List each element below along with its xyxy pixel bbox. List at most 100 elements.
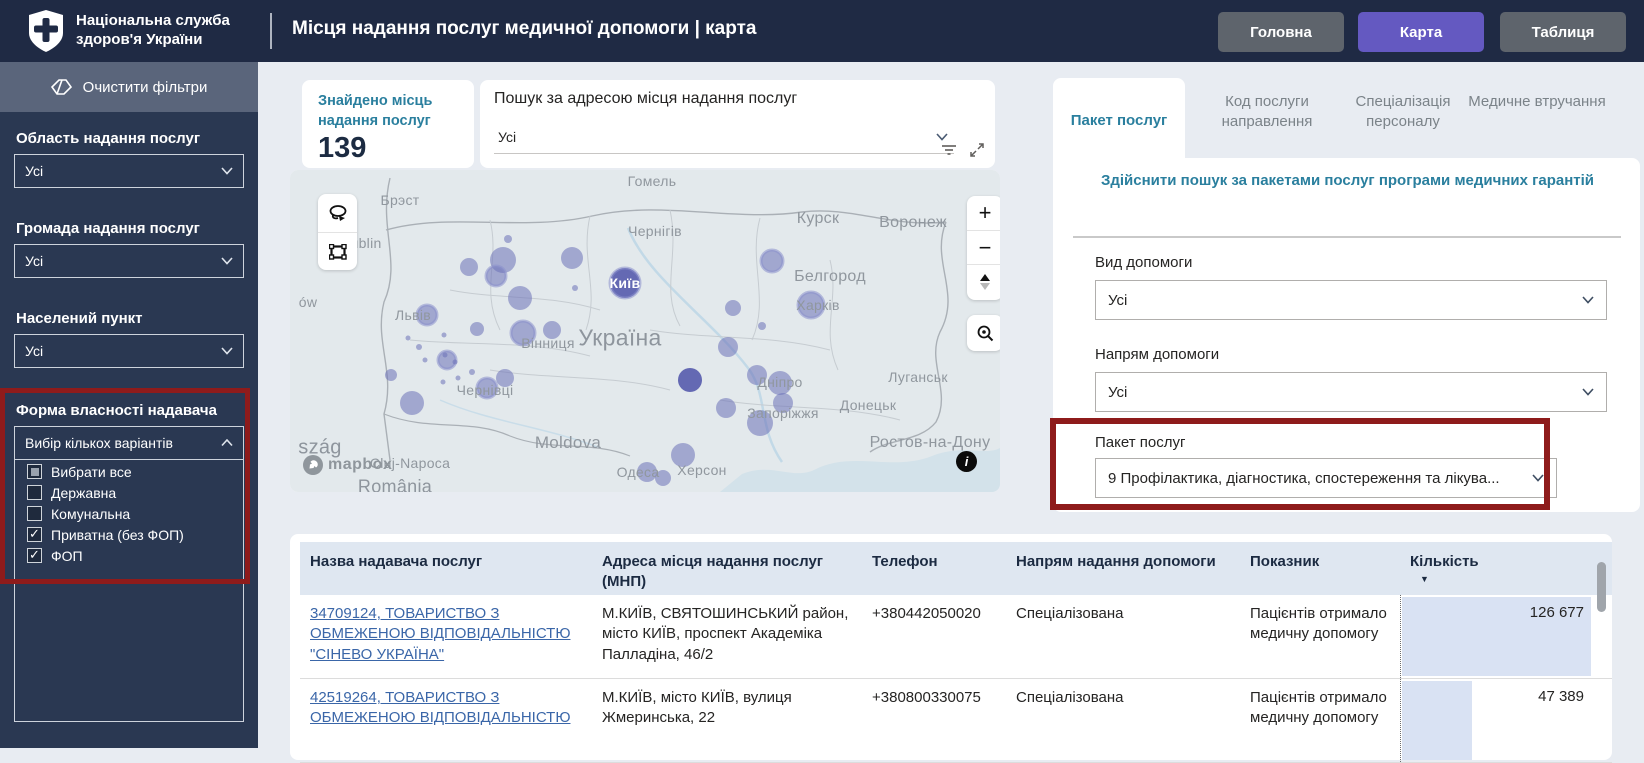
nav-button-table[interactable]: Таблиця <box>1500 12 1626 52</box>
map-zoom-controls: + − <box>967 196 1000 300</box>
sort-desc-icon[interactable]: ▼ <box>1410 572 1586 592</box>
tab-staff-specialization[interactable]: Спеціалізація персоналу <box>1328 92 1478 133</box>
eraser-icon <box>50 79 72 95</box>
map-label: Ростов-на-Дону <box>869 434 991 451</box>
map-label: Харків <box>796 297 840 313</box>
filter-label-hromada: Громада надання послуг <box>16 220 200 237</box>
focus-mode-icon[interactable] <box>969 142 985 158</box>
ownership-option-label: Комунальна <box>51 505 131 522</box>
tab-referral-code[interactable]: Код послуги направлення <box>1192 92 1342 133</box>
map-label: ów <box>298 294 318 310</box>
tab-medical-intervention[interactable]: Медичне втручання <box>1462 92 1612 112</box>
map-label: Одеса <box>616 464 660 480</box>
table-header-row: Назва надавача послуг Адреса місця надан… <box>300 542 1612 596</box>
rectangle-select-icon[interactable] <box>318 232 357 270</box>
map-label: Київ <box>609 275 641 291</box>
chevron-down-icon <box>1532 474 1544 482</box>
table-row: 42519264, ТОВАРИСТВО З ОБМЕЖЕНОЮ ВІДПОВІ… <box>300 679 1612 763</box>
column-header-provider[interactable]: Назва надавача послуг <box>300 542 592 595</box>
filter-sidebar: Очистити фільтри Область надання послуг … <box>0 62 258 748</box>
compass-icon[interactable] <box>967 264 1000 298</box>
nav-button-home[interactable]: Головна <box>1218 12 1344 52</box>
filter-value-hromada: Усі <box>25 253 44 269</box>
column-header-phone[interactable]: Телефон <box>862 542 1006 595</box>
app-header: Національна служба здоров'я України Місц… <box>0 0 1644 62</box>
ownership-option-label: ФОП <box>51 547 83 564</box>
checkbox-private[interactable] <box>27 526 42 542</box>
ownership-options-list: Вибрати все Державна Комунальна Приватна… <box>14 455 244 722</box>
ownership-option-label: Приватна (без ФОП) <box>51 526 184 543</box>
provider-link[interactable]: 42519264, ТОВАРИСТВО З ОБМЕЖЕНОЮ ВІДПОВІ… <box>310 689 570 726</box>
service-package-value: 9 Профілактика, діагностика, спостережен… <box>1108 469 1500 487</box>
ownership-option-2[interactable]: Комунальна <box>15 503 243 524</box>
cell-count: 126 677 <box>1400 595 1596 679</box>
map-label: Запоріжжя <box>747 405 819 421</box>
lasso-select-icon[interactable] <box>318 194 357 232</box>
cell-direction: Спеціалізована <box>1016 605 1124 623</box>
map-label: România <box>357 476 433 493</box>
header-divider <box>270 13 272 49</box>
checkbox-fop[interactable] <box>27 547 42 563</box>
map-label: Донецьк <box>839 397 897 413</box>
column-header-direction[interactable]: Напрям надання допомоги <box>1006 542 1240 595</box>
column-header-count[interactable]: Кількість ▼ <box>1400 542 1596 595</box>
filter-dropdown-oblast[interactable]: Усі <box>14 154 244 188</box>
map-label: Курск <box>796 210 840 227</box>
info-icon[interactable]: i <box>956 451 977 472</box>
nav-button-map[interactable]: Карта <box>1358 12 1484 52</box>
count-header-label: Кількість <box>1410 553 1479 570</box>
filter-funnel-icon[interactable] <box>941 142 957 158</box>
tab-service-package[interactable]: Пакет послуг <box>1053 78 1185 162</box>
zoom-out-button[interactable]: − <box>967 230 1000 264</box>
chevron-down-icon <box>221 167 233 175</box>
cell-indicator: Пацієнтів отримало медичну допомогу <box>1250 605 1387 643</box>
panel-heading-link[interactable]: Здійснити пошук за пакетами послуг прогр… <box>1075 170 1620 193</box>
dropdown-service-package[interactable]: 9 Профілактика, діагностика, спостережен… <box>1095 458 1557 498</box>
service-package-panel: Здійснити пошук за пакетами послуг прогр… <box>1053 158 1640 512</box>
dropdown-aid-direction[interactable]: Усі <box>1095 372 1607 412</box>
magnifier-icon[interactable] <box>967 315 1000 351</box>
ownership-option-label: Державна <box>51 484 117 501</box>
provider-link[interactable]: 34709124, ТОВАРИСТВО З ОБМЕЖЕНОЮ ВІДПОВІ… <box>310 605 570 663</box>
table-scrollbar-thumb[interactable] <box>1597 562 1606 612</box>
filter-value-oblast: Усі <box>25 163 44 179</box>
aid-direction-value: Усі <box>1108 383 1128 401</box>
cell-phone: +380442050020 <box>872 605 981 623</box>
label-aid-type: Вид допомоги <box>1095 254 1193 271</box>
cell-direction: Спеціалізована <box>1016 689 1124 707</box>
checkbox-communal[interactable] <box>27 506 42 521</box>
column-header-address[interactable]: Адреса місця надання послуг (МНП) <box>592 542 862 595</box>
address-search-dropdown[interactable]: Усі <box>494 120 954 154</box>
map-visual[interactable]: Брэст Гомель Lublin Чернігів Курск Воронеж Бел… <box>290 170 1000 492</box>
kpi-card-found-places: Знайдено місць надання послуг 139 <box>302 80 474 168</box>
mapbox-attribution[interactable]: mapbox <box>302 454 392 476</box>
chevron-down-icon <box>221 257 233 265</box>
ownership-option-3[interactable]: Приватна (без ФОП) <box>15 524 243 545</box>
table-row: 34709124, ТОВАРИСТВО З ОБМЕЖЕНОЮ ВІДПОВІ… <box>300 595 1612 680</box>
address-search-label: Пошук за адресою місця надання послуг <box>494 90 798 107</box>
zoom-in-button[interactable]: + <box>967 196 1000 230</box>
chevron-up-icon <box>221 439 233 447</box>
filter-label-ownership: Форма власності надавача <box>16 402 217 419</box>
checkbox-select-all[interactable] <box>27 464 42 479</box>
checkbox-state[interactable] <box>27 485 42 500</box>
ownership-option-0[interactable]: Вибрати все <box>15 461 243 482</box>
map-search-lens <box>967 315 1000 351</box>
clear-filters-button[interactable]: Очистити фільтри <box>0 62 258 112</box>
filter-dropdown-hromada[interactable]: Усі <box>14 244 244 278</box>
dropdown-aid-type[interactable]: Усі <box>1095 280 1607 320</box>
ownership-option-1[interactable]: Державна <box>15 482 243 503</box>
map-label: Чернівці <box>456 382 514 398</box>
filter-dropdown-settlement[interactable]: Усі <box>14 334 244 368</box>
mapbox-wordmark: mapbox <box>328 456 393 473</box>
cell-phone: +380800330075 <box>872 689 981 707</box>
map-label: Воронеж <box>879 214 947 231</box>
filter-value-settlement: Усі <box>25 343 44 359</box>
ownership-option-4[interactable]: ФОП <box>15 545 243 566</box>
org-name: Національна служба здоров'я України <box>76 12 230 48</box>
map-labels: Брэст Гомель Lublin Чернігів Курск Воронеж Бел… <box>290 170 1000 492</box>
mapbox-icon <box>303 455 323 475</box>
chevron-down-icon <box>936 132 948 141</box>
column-header-indicator[interactable]: Показник <box>1240 542 1400 595</box>
kpi-label: Знайдено місць надання послуг <box>318 93 433 129</box>
